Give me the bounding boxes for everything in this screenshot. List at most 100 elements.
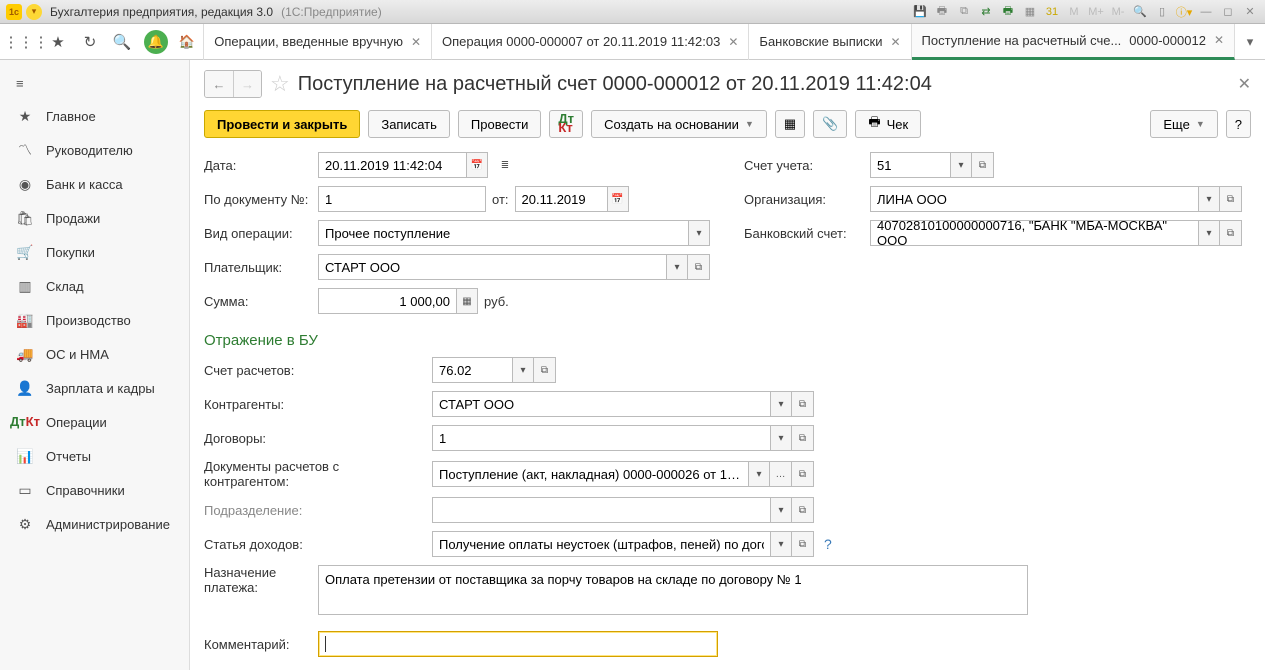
contragent-field[interactable]: СТАРТ ООО <box>432 391 770 417</box>
dropdown-icon[interactable]: ▾ <box>1198 220 1220 246</box>
dropdown-icon[interactable]: ▾ <box>770 531 792 557</box>
compare-icon[interactable]: ⇄ <box>977 4 995 20</box>
open-ref-icon[interactable]: ⧉ <box>792 461 814 487</box>
bank-field[interactable]: 40702810100000000716, "БАНК "МБА-МОСКВА"… <box>870 220 1198 246</box>
bu-account-field[interactable]: 76.02 <box>432 357 512 383</box>
sidebar-item-reports[interactable]: 📊Отчеты <box>0 439 189 473</box>
sidebar-item-admin[interactable]: ⚙Администрирование <box>0 507 189 541</box>
optype-field[interactable]: Прочее поступление <box>318 220 688 246</box>
tab-manual-ops[interactable]: Операции, введенные вручную ✕ <box>204 24 432 60</box>
comment-field[interactable] <box>318 631 718 657</box>
open-ref-icon[interactable]: ⧉ <box>792 391 814 417</box>
sidebar-item-production[interactable]: 🏭Производство <box>0 303 189 337</box>
memory-m[interactable]: M <box>1065 4 1083 20</box>
favorite-star-icon[interactable]: ★ <box>48 32 68 52</box>
sidebar-item-bank[interactable]: ◉Банк и касса <box>0 167 189 201</box>
maximize-icon[interactable]: ◻ <box>1219 4 1237 20</box>
close-tab-icon[interactable]: ✕ <box>728 35 738 49</box>
date-field[interactable]: 20.11.2019 11:42:04 <box>318 152 466 178</box>
open-ref-icon[interactable]: ⧉ <box>534 357 556 383</box>
minimize-icon[interactable]: — <box>1197 4 1215 20</box>
calendar-icon[interactable]: ▦ <box>1021 4 1039 20</box>
create-based-on-button[interactable]: Создать на основании▼ <box>591 110 767 138</box>
panel-icon[interactable]: ▯ <box>1153 4 1171 20</box>
date-icon[interactable]: 31 <box>1043 4 1061 20</box>
close-tab-icon[interactable]: ✕ <box>1214 33 1224 47</box>
payer-field[interactable]: СТАРТ ООО <box>318 254 666 280</box>
dropdown-icon[interactable]: ▾ <box>512 357 534 383</box>
sidebar-item-assets[interactable]: 🚚ОС и НМА <box>0 337 189 371</box>
dropdown-icon[interactable]: ▾ <box>770 391 792 417</box>
open-ref-icon[interactable]: ⧉ <box>792 425 814 451</box>
tab-overflow-icon[interactable]: ▾ <box>1235 24 1265 60</box>
open-ref-icon[interactable]: ⧉ <box>792 531 814 557</box>
purpose-textarea[interactable]: Оплата претензии от поставщика за порчу … <box>318 565 1028 615</box>
favorite-page-icon[interactable]: ☆ <box>270 71 290 97</box>
print-icon[interactable]: 🖶 <box>933 4 951 20</box>
sidebar-item-sales[interactable]: 🛍Продажи <box>0 201 189 235</box>
more-button[interactable]: Еще▼ <box>1150 110 1217 138</box>
docnum-field[interactable]: 1 <box>318 186 486 212</box>
help-button[interactable]: ? <box>1226 110 1251 138</box>
contracts-field[interactable]: 1 <box>432 425 770 451</box>
close-window-icon[interactable]: ✕ <box>1241 4 1259 20</box>
open-ref-icon[interactable]: ⧉ <box>792 497 814 523</box>
copy-icon[interactable]: ⧉ <box>955 4 973 20</box>
sidebar-item-operations[interactable]: ДтКтОперации <box>0 405 189 439</box>
app-menu-icon[interactable]: ▾ <box>26 4 42 20</box>
apps-grid-icon[interactable]: ⋮⋮⋮ <box>16 32 36 52</box>
post-button[interactable]: Провести <box>458 110 542 138</box>
open-ref-icon[interactable]: ⧉ <box>1220 186 1242 212</box>
info-icon[interactable]: ⓘ▾ <box>1175 4 1193 20</box>
calculator-icon[interactable]: ▦ <box>456 288 478 314</box>
dropdown-icon[interactable]: ▾ <box>748 461 770 487</box>
org-field[interactable]: ЛИНА ООО <box>870 186 1198 212</box>
dropdown-icon[interactable]: ▾ <box>1198 186 1220 212</box>
income-item-field[interactable]: Получение оплаты неустоек (штрафов, пене… <box>432 531 770 557</box>
close-page-icon[interactable]: ✕ <box>1238 74 1251 94</box>
dropdown-icon[interactable]: ▾ <box>666 254 688 280</box>
tab-operation-7[interactable]: Операция 0000-000007 от 20.11.2019 11:42… <box>432 24 749 60</box>
docnum-date-field[interactable]: 20.11.2019 <box>515 186 607 212</box>
save-button[interactable]: Записать <box>368 110 450 138</box>
calendar-picker-icon[interactable]: 📅 <box>466 152 488 178</box>
dropdown-icon[interactable]: ▾ <box>770 425 792 451</box>
sidebar-toggle-icon[interactable]: ≡ <box>0 68 189 99</box>
calendar-picker-icon[interactable]: 📅 <box>607 186 629 212</box>
check-button[interactable]: 🖶Чек <box>855 110 921 138</box>
nav-back-button[interactable]: ← <box>205 71 233 97</box>
print2-icon[interactable]: 🖶 <box>999 4 1017 20</box>
dtkt-button[interactable]: ДтКт <box>549 110 583 138</box>
dropdown-icon[interactable]: ▾ <box>688 220 710 246</box>
settlement-docs-field[interactable]: Поступление (акт, накладная) 0000-000026… <box>432 461 748 487</box>
post-and-close-button[interactable]: Провести и закрыть <box>204 110 360 138</box>
close-tab-icon[interactable]: ✕ <box>890 35 900 49</box>
dropdown-icon[interactable]: ▾ <box>950 152 972 178</box>
sidebar-item-main[interactable]: ★Главное <box>0 99 189 133</box>
sidebar-item-references[interactable]: ▭Справочники <box>0 473 189 507</box>
close-tab-icon[interactable]: ✕ <box>411 35 421 49</box>
dropdown-icon[interactable]: ▾ <box>770 497 792 523</box>
memory-mminus[interactable]: M- <box>1109 4 1127 20</box>
history-icon[interactable]: ↻ <box>80 32 100 52</box>
tab-incoming-payment[interactable]: Поступление на расчетный сче... 0000-000… <box>912 24 1235 60</box>
list-icon[interactable]: ≣ <box>494 152 516 178</box>
memory-mplus[interactable]: M+ <box>1087 4 1105 20</box>
tab-bank-statements[interactable]: Банковские выписки ✕ <box>749 24 911 60</box>
home-tab-icon[interactable]: 🏠 <box>170 24 204 60</box>
sidebar-item-purchases[interactable]: 🛒Покупки <box>0 235 189 269</box>
account-field[interactable]: 51 <box>870 152 950 178</box>
help-hint-icon[interactable]: ? <box>824 536 832 552</box>
open-ref-icon[interactable]: ⧉ <box>688 254 710 280</box>
save-icon[interactable]: 💾 <box>911 4 929 20</box>
attach-button[interactable]: 📎 <box>813 110 847 138</box>
nav-forward-button[interactable]: → <box>233 71 261 97</box>
notifications-icon[interactable]: 🔔 <box>144 30 168 54</box>
ellipsis-icon[interactable]: … <box>770 461 792 487</box>
sidebar-item-salary[interactable]: 👤Зарплата и кадры <box>0 371 189 405</box>
department-field[interactable] <box>432 497 770 523</box>
structure-button[interactable]: ▦ <box>775 110 805 138</box>
zoom-icon[interactable]: 🔍 <box>1131 4 1149 20</box>
sidebar-item-stock[interactable]: ▥Склад <box>0 269 189 303</box>
search-icon[interactable]: 🔍 <box>112 32 132 52</box>
